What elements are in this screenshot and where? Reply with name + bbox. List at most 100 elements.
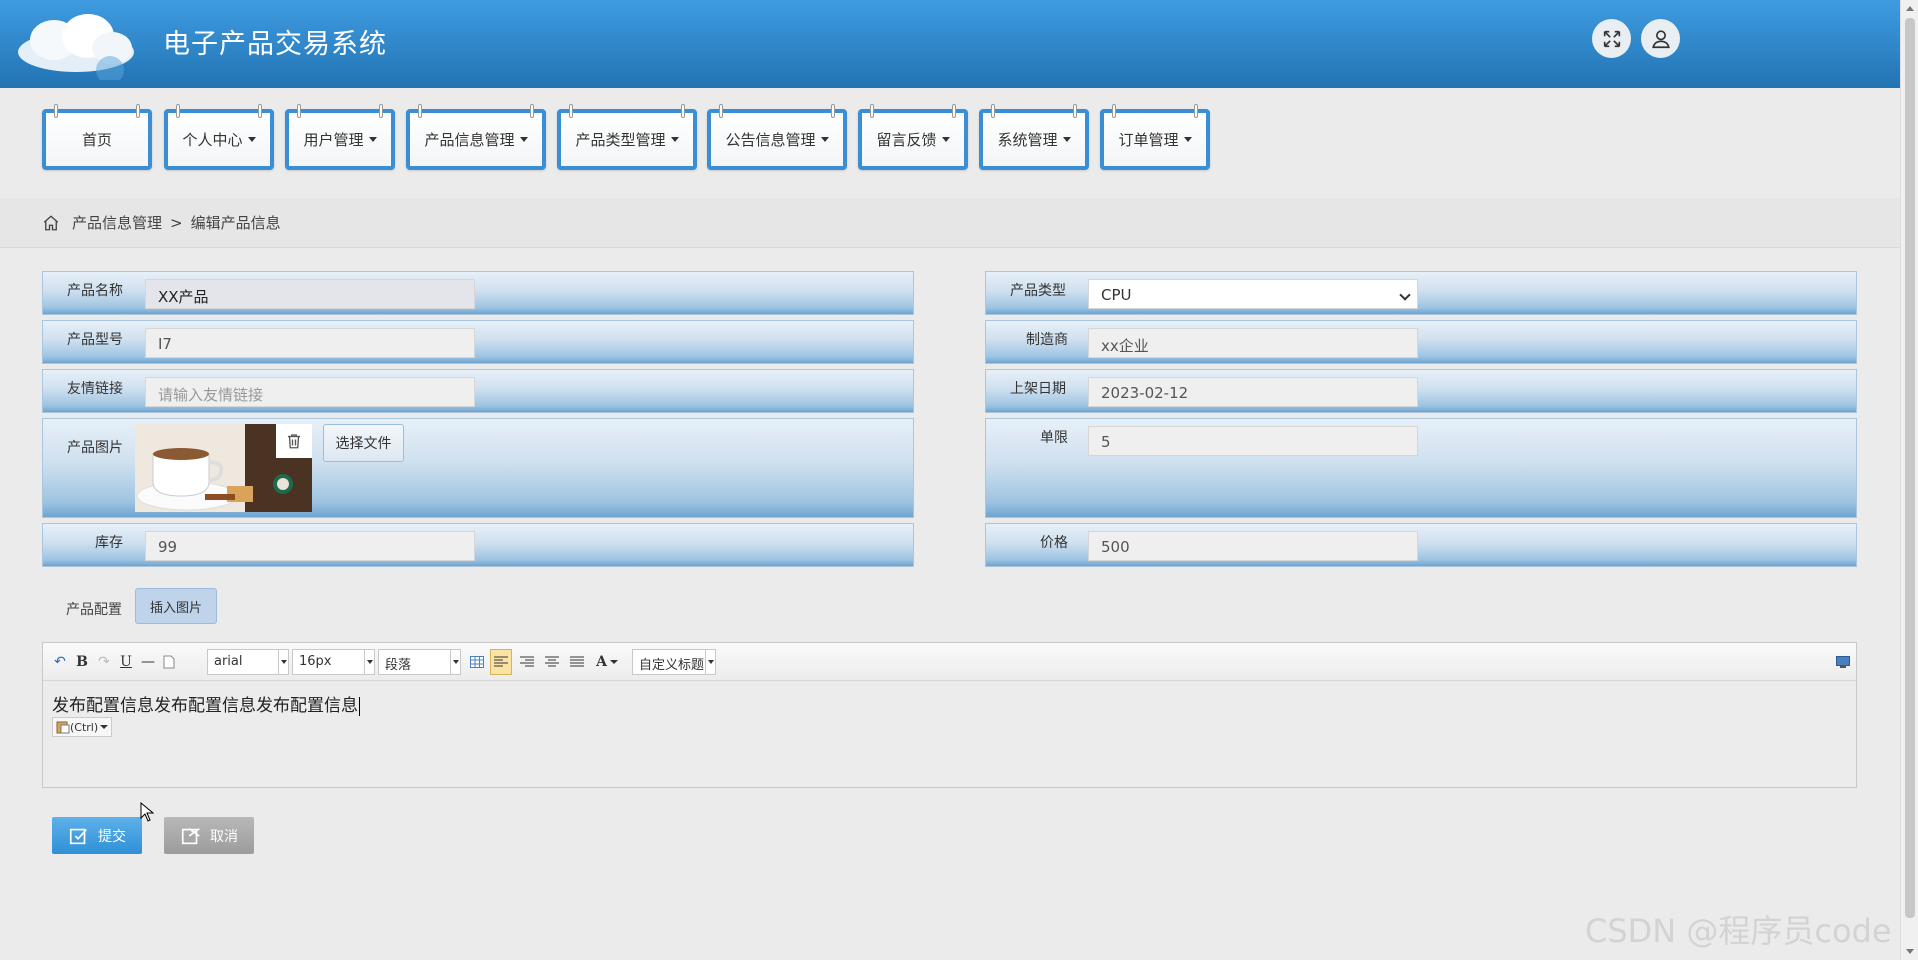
undo-icon[interactable]: ↶ [51, 651, 69, 673]
nav-label: 产品信息管理 [424, 131, 515, 149]
fullscreen-icon [1603, 30, 1620, 47]
underline-icon[interactable]: U [117, 651, 135, 673]
caret-down-icon [1062, 137, 1071, 142]
clipboard-icon [56, 721, 70, 734]
cancel-button[interactable]: 取消 [164, 817, 254, 854]
nav-item-orders[interactable]: 订单管理 [1100, 104, 1210, 170]
product-type-select[interactable]: CPU [1088, 279, 1418, 309]
stock-label: 库存 [95, 535, 123, 551]
font-color-icon[interactable]: A [593, 651, 621, 673]
product-model-input[interactable]: I7 [145, 328, 475, 358]
document-icon[interactable] [161, 651, 177, 673]
stock-input[interactable]: 99 [145, 531, 475, 561]
mouse-cursor-icon [140, 802, 154, 822]
product-name-input[interactable]: XX产品 [145, 279, 475, 309]
nav-label: 系统管理 [997, 131, 1058, 149]
nav-item-home[interactable]: 首页 [42, 104, 152, 170]
fullscreen-button[interactable] [1592, 19, 1631, 58]
form-row-stock: 库存 99 [42, 523, 914, 567]
custom-title-value: 自定义标题 [639, 658, 705, 673]
form-row-product-type: 产品类型 CPU [985, 271, 1857, 315]
caret-down-icon [1183, 137, 1192, 142]
price-input[interactable]: 500 [1088, 531, 1418, 561]
caret-down-icon [519, 137, 528, 142]
product-type-value: CPU [1101, 286, 1132, 304]
custom-title-select[interactable]: 自定义标题 [632, 649, 716, 675]
page-scrollbar[interactable] [1900, 0, 1918, 960]
caret-down-icon [368, 137, 377, 142]
bold-icon[interactable]: B [73, 651, 91, 673]
choose-file-button[interactable]: 选择文件 [323, 424, 404, 462]
date-input[interactable]: 2023-02-12 [1088, 377, 1418, 407]
nav-label: 留言反馈 [876, 131, 937, 149]
nav-label: 用户管理 [303, 131, 364, 149]
price-label: 价格 [1040, 535, 1068, 551]
rich-text-editor[interactable]: ↶ B ↷ U — arial 16px 段落 A 自定义标题 发布配置信息发布… [42, 642, 1857, 788]
align-justify-icon[interactable] [567, 651, 587, 673]
nav-label: 个人中心 [182, 131, 243, 149]
editor-toolbar: ↶ B ↷ U — arial 16px 段落 A 自定义标题 [43, 643, 1856, 681]
limit-input[interactable]: 5 [1088, 426, 1418, 456]
cancel-icon [181, 827, 200, 844]
font-size-select[interactable]: 16px [292, 649, 375, 675]
date-label: 上架日期 [1010, 381, 1066, 397]
text-caret [359, 696, 360, 716]
app-title: 电子产品交易系统 [163, 29, 387, 60]
insert-image-button[interactable]: 插入图片 [135, 588, 217, 624]
scroll-thumb[interactable] [1905, 18, 1915, 918]
paragraph-select[interactable]: 段落 [378, 649, 461, 675]
paste-options-button[interactable]: (Ctrl) [52, 717, 112, 737]
product-type-label: 产品类型 [1010, 283, 1066, 299]
caret-down-icon [941, 137, 950, 142]
horizontal-rule-icon[interactable]: — [139, 651, 157, 673]
nav-item-user-management[interactable]: 用户管理 [285, 104, 395, 170]
product-model-label: 产品型号 [67, 332, 123, 348]
form-row-link: 友情链接 请输入友情链接 [42, 369, 914, 413]
nav-item-product-type[interactable]: 产品类型管理 [557, 104, 697, 170]
nav-item-system[interactable]: 系统管理 [979, 104, 1089, 170]
trash-icon [288, 434, 300, 449]
fullscreen-editor-icon[interactable] [1834, 651, 1852, 673]
main-nav: 首页 个人中心 用户管理 产品信息管理 产品类型管理 公告信息管理 留言反馈 系… [0, 88, 1900, 198]
maker-input[interactable]: xx企业 [1088, 328, 1418, 358]
user-icon [1651, 29, 1670, 48]
delete-image-button[interactable] [276, 424, 312, 458]
submit-button[interactable]: 提交 [52, 817, 142, 854]
align-center-icon[interactable] [542, 651, 562, 673]
form-row-product-model: 产品型号 I7 [42, 320, 914, 364]
redo-icon[interactable]: ↷ [95, 651, 113, 673]
table-icon[interactable] [467, 651, 487, 673]
breadcrumb: 产品信息管理 > 编辑产品信息 [0, 198, 1900, 248]
limit-label: 单限 [1040, 430, 1068, 446]
form-row-limit: 单限 5 [985, 418, 1857, 518]
breadcrumb-section[interactable]: 产品信息管理 [72, 212, 162, 233]
align-left-icon[interactable] [490, 649, 512, 675]
nav-label: 首页 [81, 131, 112, 149]
checkbox-icon [69, 828, 87, 844]
font-family-value: arial [214, 654, 243, 669]
home-icon[interactable] [42, 214, 60, 232]
chevron-down-icon [450, 650, 460, 674]
link-input[interactable]: 请输入友情链接 [145, 377, 475, 407]
font-family-select[interactable]: arial [207, 649, 289, 675]
product-config-label: 产品配置 [66, 602, 122, 618]
nav-item-announcement[interactable]: 公告信息管理 [707, 104, 847, 170]
caret-down-icon [820, 137, 829, 142]
nav-item-feedback[interactable]: 留言反馈 [858, 104, 968, 170]
editor-content[interactable]: 发布配置信息发布配置信息发布配置信息 [52, 691, 360, 716]
chevron-down-icon [705, 650, 715, 674]
submit-label: 提交 [98, 828, 126, 845]
form-row-price: 价格 500 [985, 523, 1857, 567]
breadcrumb-current: 编辑产品信息 [190, 214, 281, 232]
nav-item-product-info[interactable]: 产品信息管理 [406, 104, 546, 170]
chevron-down-icon [1399, 289, 1411, 301]
product-name-label: 产品名称 [67, 283, 123, 299]
user-profile-button[interactable] [1641, 19, 1680, 58]
scroll-down-icon[interactable] [1906, 949, 1914, 954]
nav-item-personal-center[interactable]: 个人中心 [164, 104, 274, 170]
align-right-icon[interactable] [517, 651, 537, 673]
chevron-down-icon [364, 650, 374, 674]
scroll-up-icon[interactable] [1906, 6, 1914, 11]
caret-down-icon [670, 137, 679, 142]
editor-text: 发布配置信息发布配置信息发布配置信息 [52, 696, 358, 716]
